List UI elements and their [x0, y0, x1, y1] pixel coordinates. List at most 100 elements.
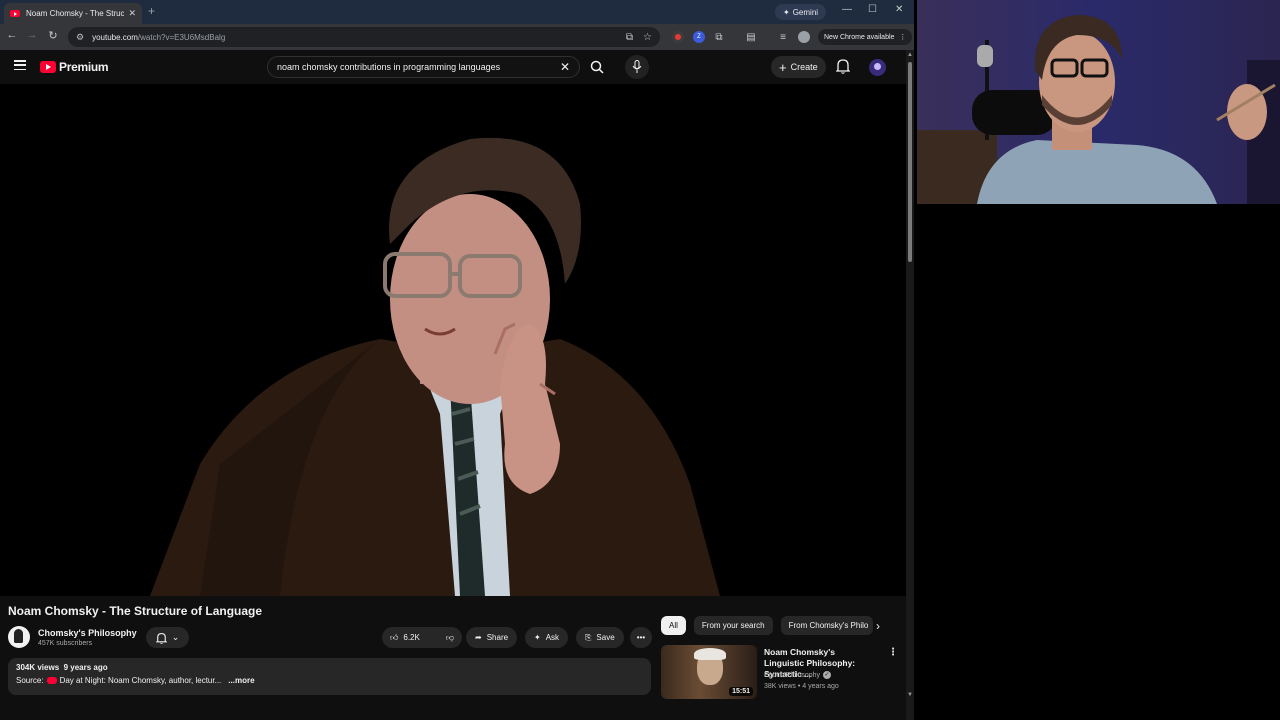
upload-age: 9 years ago — [63, 663, 108, 672]
extension-red-icon[interactable] — [672, 31, 684, 43]
thumbs-down-icon: 👎︎ — [445, 632, 454, 642]
scroll-down-icon[interactable]: ▼ — [907, 692, 913, 698]
bookmark-icon: ⎘ — [585, 632, 592, 642]
youtube-favicon-icon — [10, 10, 20, 17]
channel-name[interactable]: Chomsky's Philosophy — [38, 628, 137, 638]
install-app-icon[interactable]: ⧉ — [626, 32, 633, 43]
more-menu-icon: ⋮ — [899, 34, 907, 41]
address-bar[interactable]: ⚙ youtube.com/watch?v=E3U6MsdBalg ⧉ ☆ — [68, 27, 660, 47]
recommended-channel[interactable]: Epoch Philosophy — [764, 672, 820, 679]
dislike-button[interactable]: 👎︎ — [438, 627, 462, 648]
account-avatar[interactable] — [869, 59, 886, 76]
tab-title: Noam Chomsky - The Structure — [26, 9, 125, 18]
save-label: Save — [596, 633, 615, 642]
like-dislike-group: 👍︎ 6.2K 👎︎ — [382, 627, 462, 648]
create-label: Create — [790, 62, 818, 72]
share-arrow-icon: ➦ — [475, 633, 482, 642]
sparkle-icon: ✦ — [783, 7, 790, 17]
show-more-link[interactable]: ...more — [228, 676, 254, 685]
tab-strip: Noam Chomsky - The Structure ✕ + ✦ Gemin… — [0, 0, 914, 24]
search-query: noam chomsky contributions in programmin… — [277, 62, 501, 72]
youtube-mini-icon — [46, 677, 57, 684]
chip-all[interactable]: All — [661, 616, 686, 635]
url-host: youtube.com — [92, 32, 138, 42]
voice-search-button[interactable] — [625, 55, 649, 79]
like-button[interactable]: 👍︎ 6.2K — [382, 627, 428, 648]
ask-button[interactable]: ✦ Ask — [525, 627, 569, 648]
subscription-bell-button[interactable]: ⌄ — [146, 627, 189, 648]
search-button[interactable] — [585, 56, 609, 78]
window-close-icon[interactable]: ✕ — [895, 4, 903, 15]
bookmark-star-icon[interactable]: ☆ — [643, 32, 652, 43]
hamburger-menu-icon[interactable] — [14, 60, 26, 71]
chevron-down-icon: ⌄ — [171, 632, 180, 642]
profile-avatar-icon[interactable] — [798, 31, 810, 43]
like-count: 6.2K — [403, 633, 420, 642]
share-label: Share — [486, 633, 509, 642]
chips-next-chevron-icon[interactable]: › — [876, 619, 880, 633]
side-panel-icon[interactable]: ▤ — [745, 31, 757, 43]
create-button[interactable]: + Create — [771, 56, 826, 78]
url-path: /watch?v=E3U6MsdBalg — [137, 32, 226, 42]
logo-text: Premium — [59, 60, 109, 74]
webcam-feed — [917, 0, 1280, 204]
video-title: Noam Chomsky - The Structure of Language — [8, 604, 263, 618]
extension-blue-icon[interactable]: Z — [693, 31, 705, 43]
share-button[interactable]: ➦ Share — [466, 627, 518, 648]
ask-label: Ask — [545, 633, 560, 642]
kebab-menu-icon[interactable]: ⋮ — [888, 647, 898, 658]
webcam-image — [917, 0, 1280, 204]
gemini-label: Gemini — [792, 7, 819, 17]
extensions-puzzle-icon[interactable]: ⧉ — [713, 31, 725, 43]
media-controls-icon[interactable]: ≡ — [777, 31, 789, 43]
search-icon — [590, 60, 604, 74]
back-icon[interactable]: ← — [4, 29, 20, 41]
notifications-button[interactable] — [835, 58, 851, 79]
plus-icon: + — [779, 59, 787, 75]
site-settings-icon[interactable]: ⚙ — [76, 32, 84, 43]
chrome-update-button[interactable]: New Chrome available ⋮ — [818, 29, 913, 45]
chrome-update-label: New Chrome available — [824, 33, 895, 41]
video-duration: 15:51 — [729, 687, 753, 696]
verified-check-icon: ✓ — [823, 671, 832, 679]
tab-close-icon[interactable]: ✕ — [128, 8, 136, 19]
source-label: Source: — [16, 676, 44, 685]
video-thumbnail[interactable]: 15:51 — [661, 645, 757, 699]
scroll-up-icon[interactable]: ▲ — [907, 52, 913, 58]
chip-from-channel[interactable]: From Chomsky's Philo — [780, 616, 873, 635]
bell-icon — [835, 59, 851, 74]
scrollbar-thumb[interactable] — [908, 62, 912, 262]
youtube-play-icon — [40, 61, 56, 73]
save-button[interactable]: ⎘ Save — [576, 627, 624, 648]
page-scrollbar[interactable]: ▲ ▼ — [906, 50, 914, 720]
sparkle-icon: ✦ — [534, 633, 541, 642]
bell-icon — [155, 632, 167, 644]
youtube-logo[interactable]: Premium — [40, 60, 109, 74]
browser-tab[interactable]: Noam Chomsky - The Structure ✕ — [4, 3, 142, 24]
chip-from-your-search[interactable]: From your search — [693, 616, 773, 635]
more-horizontal-icon: ••• — [636, 633, 646, 642]
search-input[interactable]: noam chomsky contributions in programmin… — [267, 56, 580, 78]
forward-icon[interactable]: → — [24, 29, 40, 41]
video-player[interactable] — [0, 84, 906, 596]
recommended-age: 4 years ago — [802, 683, 839, 690]
channel-avatar[interactable] — [8, 626, 30, 648]
clear-search-icon[interactable]: ✕ — [560, 60, 570, 74]
source-link[interactable]: Day at Night: Noam Chomsky, author, lect… — [60, 676, 222, 685]
new-tab-button[interactable]: + — [148, 4, 155, 18]
view-count: 304K views — [16, 663, 60, 672]
maximize-icon[interactable]: ☐ — [868, 4, 877, 15]
browser-toolbar: ← → ↻ ⚙ youtube.com/watch?v=E3U6MsdBalg … — [0, 24, 914, 50]
reload-icon[interactable]: ↻ — [45, 29, 61, 42]
description-box[interactable]: 304K views 9 years ago Source: Day at Ni… — [8, 658, 651, 695]
thumbs-up-icon: 👍︎ — [390, 632, 399, 642]
microphone-icon — [632, 60, 642, 73]
youtube-header: Premium noam chomsky contributions in pr… — [0, 50, 906, 84]
subscriber-count: 457K subscribers — [38, 640, 93, 647]
more-actions-button[interactable]: ••• — [630, 627, 652, 648]
filter-chips: All From your search From Chomsky's Phil… — [661, 616, 873, 636]
gemini-button[interactable]: ✦ Gemini — [775, 4, 827, 20]
recommended-views: 38K views — [764, 683, 796, 690]
minimize-icon[interactable]: — — [842, 4, 852, 15]
browser-window: Noam Chomsky - The Structure ✕ + ✦ Gemin… — [0, 0, 914, 720]
